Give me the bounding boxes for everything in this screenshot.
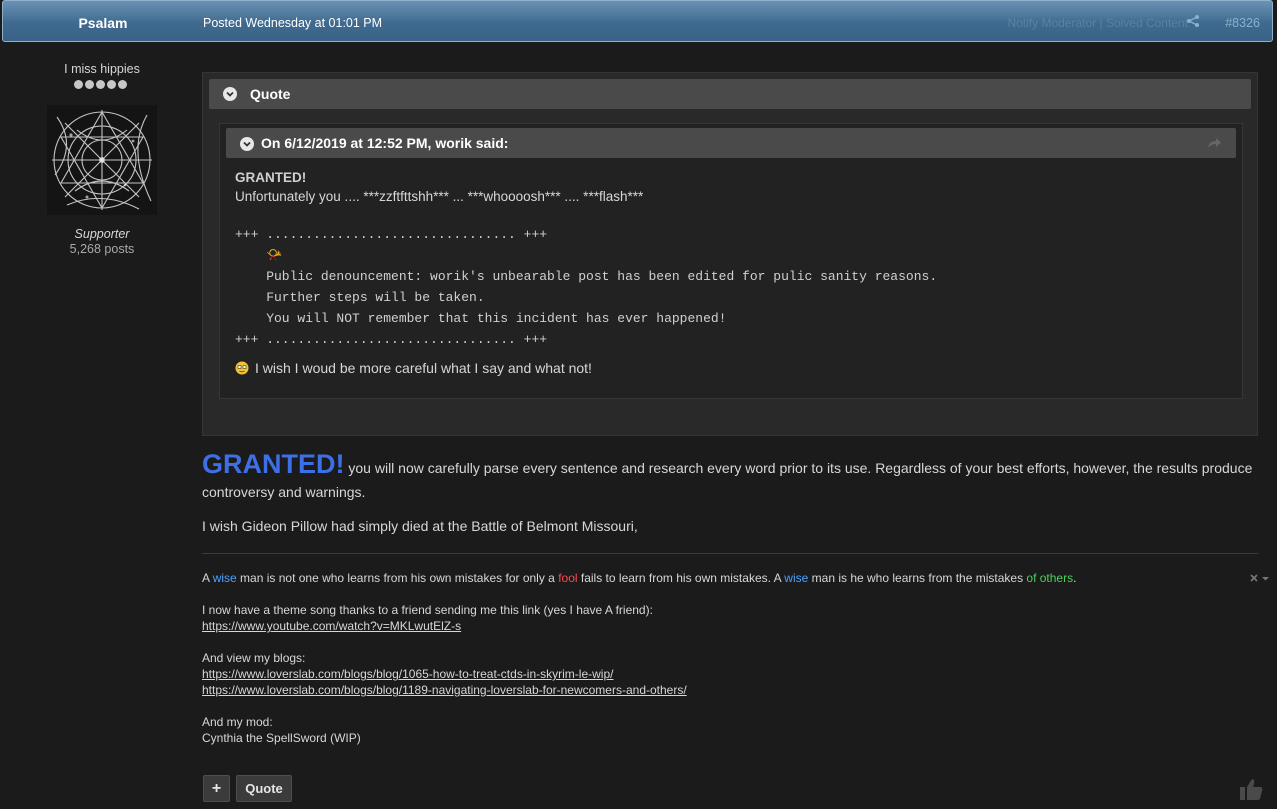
reply-wish: I wish Gideon Pillow had simply died at … (202, 518, 638, 534)
blog-link-navigating[interactable]: https://www.loverslab.com/blogs/blog/118… (202, 682, 1252, 698)
quote-header[interactable]: Quote (209, 79, 1251, 109)
reputation-pips (74, 80, 127, 89)
multiquote-button[interactable]: + (203, 775, 230, 802)
post-number-link[interactable]: #8326 (1225, 16, 1260, 30)
quote-title: Quote (250, 86, 291, 102)
quoted-line: Unfortunately you .... ***zzftfttshh*** … (235, 189, 644, 204)
pip-icon (118, 80, 127, 89)
go-to-post-icon[interactable] (1206, 136, 1222, 150)
post-header-bar: Psalam Posted Wednesday at 01:01 PM Noti… (2, 0, 1273, 42)
share-icon[interactable] (1186, 14, 1200, 28)
quote-citation: On 6/12/2019 at 12:52 PM, worik said: (261, 135, 509, 151)
signature-divider (202, 553, 1258, 554)
moderator-links[interactable]: Notify Moderator | Solved Content (1007, 16, 1188, 30)
pip-icon (74, 80, 83, 89)
user-title: I miss hippies (64, 62, 140, 76)
post-count: 5,268 posts (69, 242, 135, 256)
granted-heading: GRANTED! (202, 449, 345, 479)
pip-icon (96, 80, 105, 89)
signature-quote: A wise man is not one who learns from hi… (202, 571, 1077, 585)
signature-mod: And my mod: Cynthia the SpellSword (WIP) (202, 714, 1252, 746)
quote-button[interactable]: Quote (236, 775, 292, 802)
signature-blogs: And view my blogs: https://www.loverslab… (202, 650, 1252, 698)
reply-text: you will now carefully parse every sente… (202, 460, 1253, 500)
quoted-wish-text: I wish I woud be more careful what I say… (255, 360, 592, 376)
signature-theme-song: I now have a theme song thanks to a frie… (202, 602, 1252, 634)
quoted-code-block: +++ ................................ +++… (235, 227, 938, 347)
pip-icon (107, 80, 116, 89)
blog-link-ctds[interactable]: https://www.loverslab.com/blogs/blog/106… (202, 666, 1252, 682)
chevron-down-icon[interactable] (240, 137, 254, 151)
quoted-granted-text: GRANTED! (235, 170, 307, 185)
thumbs-up-icon[interactable] (1238, 776, 1264, 802)
post-body: GRANTED! you will now carefully parse ev… (202, 449, 1254, 535)
chevron-down-icon[interactable] (223, 87, 237, 101)
nested-quote: On 6/12/2019 at 12:52 PM, worik said: GR… (219, 123, 1243, 399)
hide-signature-icon[interactable] (1249, 572, 1271, 584)
author-name-link[interactable]: Psalam (3, 15, 203, 31)
avatar[interactable] (47, 105, 157, 215)
youtube-link[interactable]: https://www.youtube.com/watch?v=MKLwutEl… (202, 618, 1252, 634)
mod-name: Cynthia the SpellSword (WIP) (202, 731, 361, 745)
signature: A wise man is not one who learns from hi… (202, 570, 1252, 762)
nested-quote-header[interactable]: On 6/12/2019 at 12:52 PM, worik said: (226, 128, 1236, 158)
member-group: Supporter (74, 227, 130, 241)
blushing-emoji-icon (235, 361, 249, 375)
nested-quote-body: GRANTED! Unfortunately you .... ***zzftf… (235, 168, 1232, 376)
quoted-wish-line: I wish I woud be more careful what I say… (235, 360, 1232, 376)
reply-paragraph: GRANTED! you will now carefully parse ev… (202, 449, 1254, 504)
post-timestamp[interactable]: Posted Wednesday at 01:01 PM (203, 16, 382, 30)
author-sidebar: I miss hippies Supporter 5,268 posts (0, 42, 204, 809)
quote-block: Quote On 6/12/2019 at 12:52 PM, worik sa… (202, 72, 1258, 436)
pip-icon (85, 80, 94, 89)
